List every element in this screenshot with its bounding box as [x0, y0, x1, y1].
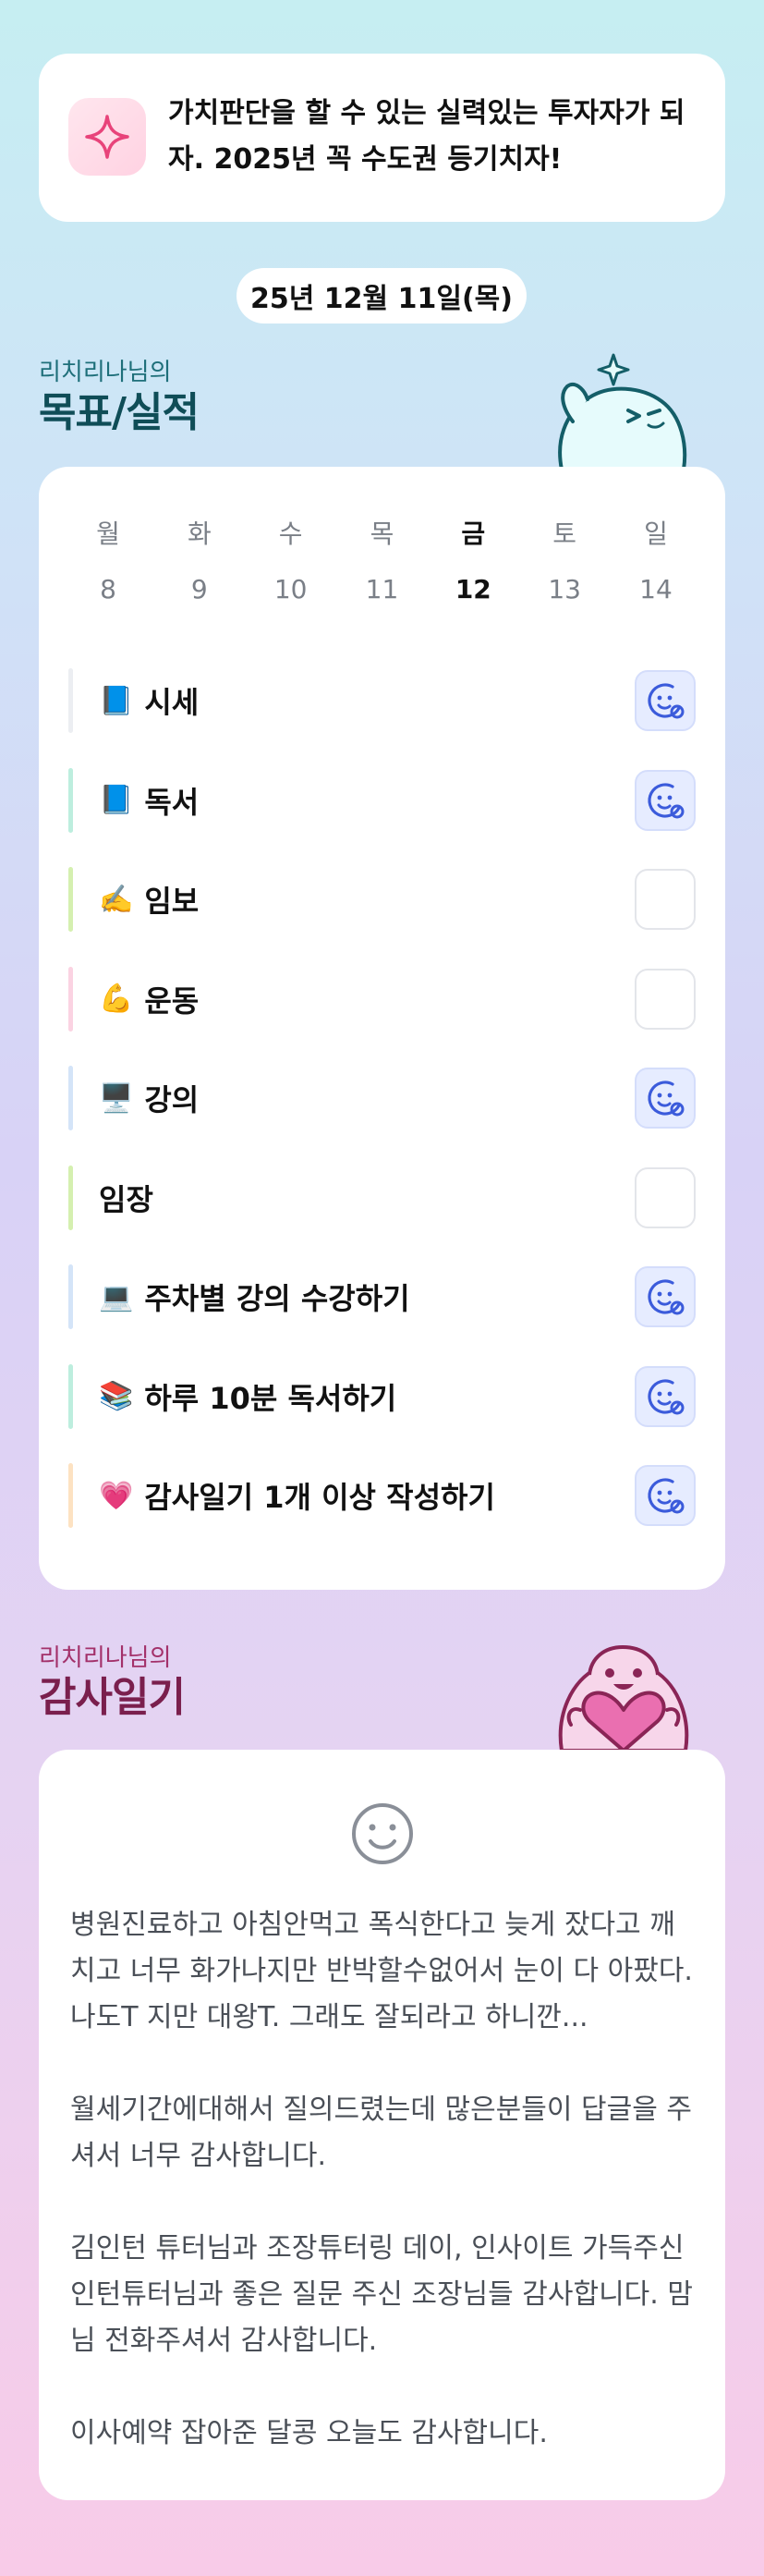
smiley-check-icon — [648, 1478, 685, 1514]
task-check-done[interactable] — [635, 1266, 696, 1327]
task-check-empty[interactable] — [635, 869, 696, 930]
task-check-done[interactable] — [635, 670, 696, 731]
task-color-bar — [68, 668, 73, 733]
task-label: 임보 — [144, 884, 200, 919]
gratitude-paragraph: 병원진료하고 아침안먹고 폭식한다고 늦게 잤다고 깨치고 너무 화가나지만 반… — [70, 1909, 693, 2033]
task-color-bar — [68, 1363, 73, 1429]
task-color-bar — [68, 867, 73, 932]
task-row[interactable]: 💻 주차별 강의 수강하기 — [68, 1264, 696, 1329]
task-row[interactable]: 📘 독서 — [68, 767, 696, 833]
day-name: 금 — [461, 519, 486, 549]
task-row[interactable]: 💗 감사일기 1개 이상 작성하기 — [68, 1463, 696, 1528]
day-thu[interactable]: 목 11 — [340, 511, 423, 613]
week-calendar: 월 8 화 9 수 10 목 11 금 12 토 13 일 14 — [67, 511, 697, 613]
mascot-ghost-icon — [558, 353, 687, 470]
gratitude-section-title: 감사일기 — [39, 1674, 186, 1721]
sparkle-icon — [68, 98, 146, 176]
smiley-check-icon — [648, 683, 685, 719]
day-mon[interactable]: 월 8 — [67, 511, 150, 613]
task-label: 시세 — [144, 685, 200, 720]
gratitude-paragraph: 월세기간에대해서 질의드렸는데 많은분들이 답글을 주셔서 너무 감사합니다. — [70, 2094, 692, 2172]
gratitude-paragraph: 김인턴 튜터님과 조장튜터링 데이, 인사이트 가득주신 인턴튜터님과 좋은 질… — [70, 2232, 693, 2357]
day-number: 12 — [455, 574, 491, 604]
smiley-check-icon — [648, 1279, 685, 1315]
task-emoji-icon: 🖥️ — [99, 1081, 134, 1115]
task-row[interactable]: 💪 운동 — [68, 966, 696, 1032]
task-emoji-icon: ✍️ — [99, 883, 134, 916]
day-wed[interactable]: 수 10 — [249, 511, 333, 613]
task-row[interactable]: 📘 시세 — [68, 668, 696, 733]
goal-card[interactable]: 가치판단을 할 수 있는 실력있는 투자자가 되자. 2025년 꼭 수도권 등… — [39, 54, 725, 222]
smiley-check-icon — [648, 782, 685, 818]
gratitude-card: 병원진료하고 아침안먹고 폭식한다고 늦게 잤다고 깨치고 너무 화가나지만 반… — [39, 1750, 725, 2500]
day-number: 11 — [365, 574, 399, 604]
task-check-done[interactable] — [635, 1068, 696, 1129]
task-row[interactable]: 🖥️ 강의 — [68, 1066, 696, 1130]
day-name: 수 — [278, 519, 303, 549]
task-row[interactable]: 임장 — [68, 1165, 696, 1230]
task-color-bar — [68, 1264, 73, 1329]
gratitude-text: 병원진료하고 아침안먹고 폭식한다고 늦게 잤다고 깨치고 너무 화가나지만 반… — [70, 1902, 694, 2503]
task-check-done[interactable] — [635, 1465, 696, 1526]
day-fri[interactable]: 금 12 — [431, 511, 515, 613]
day-name: 일 — [644, 519, 668, 549]
day-tue[interactable]: 화 9 — [158, 511, 241, 613]
task-label: 주차별 강의 수강하기 — [144, 1281, 410, 1316]
day-sun[interactable]: 일 14 — [614, 511, 697, 613]
task-color-bar — [68, 1066, 73, 1130]
task-check-empty[interactable] — [635, 1166, 696, 1228]
goal-text: 가치판단을 할 수 있는 실력있는 투자자가 되자. 2025년 꼭 수도권 등… — [168, 97, 685, 176]
task-check-done[interactable] — [635, 1365, 696, 1427]
task-label: 강의 — [144, 1082, 200, 1117]
day-number: 13 — [548, 574, 581, 604]
task-row[interactable]: ✍️ 임보 — [68, 867, 696, 932]
goals-card: 월 8 화 9 수 10 목 11 금 12 토 13 일 14 📘 시세 📘 독서 ✍… — [39, 467, 725, 1590]
task-color-bar — [68, 1165, 73, 1230]
day-number: 8 — [100, 574, 116, 604]
task-color-bar — [68, 1463, 73, 1528]
task-color-bar — [68, 966, 73, 1032]
task-label: 감사일기 1개 이상 작성하기 — [144, 1480, 495, 1515]
day-name: 화 — [187, 519, 212, 549]
day-sat[interactable]: 토 13 — [523, 511, 606, 613]
task-emoji-icon: 💪 — [99, 983, 134, 1015]
goals-section-title: 목표/실적 — [39, 389, 200, 436]
day-name: 월 — [96, 519, 120, 549]
task-emoji-icon: 💗 — [99, 1479, 134, 1512]
smiley-check-icon — [648, 1080, 685, 1117]
date-pill[interactable]: 25년 12월 11일(목) — [236, 268, 527, 324]
task-label: 임장 — [99, 1181, 153, 1217]
task-check-done[interactable] — [635, 769, 696, 831]
task-emoji-icon: 📘 — [99, 684, 134, 717]
task-emoji-icon: 💻 — [99, 1280, 134, 1313]
task-label: 운동 — [144, 983, 200, 1019]
task-check-empty[interactable] — [635, 968, 696, 1030]
task-row[interactable]: 📚 하루 10분 독서하기 — [68, 1363, 696, 1429]
day-number: 10 — [273, 574, 308, 604]
task-emoji-icon: 📘 — [99, 784, 134, 816]
mascot-heart-icon — [558, 1644, 689, 1751]
task-color-bar — [68, 767, 73, 833]
smiley-check-icon — [648, 1378, 685, 1414]
smiley-icon[interactable] — [350, 1801, 415, 1866]
day-number: 9 — [190, 574, 208, 604]
task-label: 독서 — [144, 784, 200, 820]
gratitude-paragraph: 이사예약 잡아준 달콩 오늘도 감사합니다. — [70, 2417, 548, 2449]
task-label: 하루 10분 독서하기 — [144, 1380, 397, 1416]
day-number: 14 — [639, 574, 673, 604]
task-emoji-icon: 📚 — [99, 1380, 134, 1412]
day-name: 토 — [552, 519, 577, 549]
day-name: 목 — [370, 519, 394, 549]
